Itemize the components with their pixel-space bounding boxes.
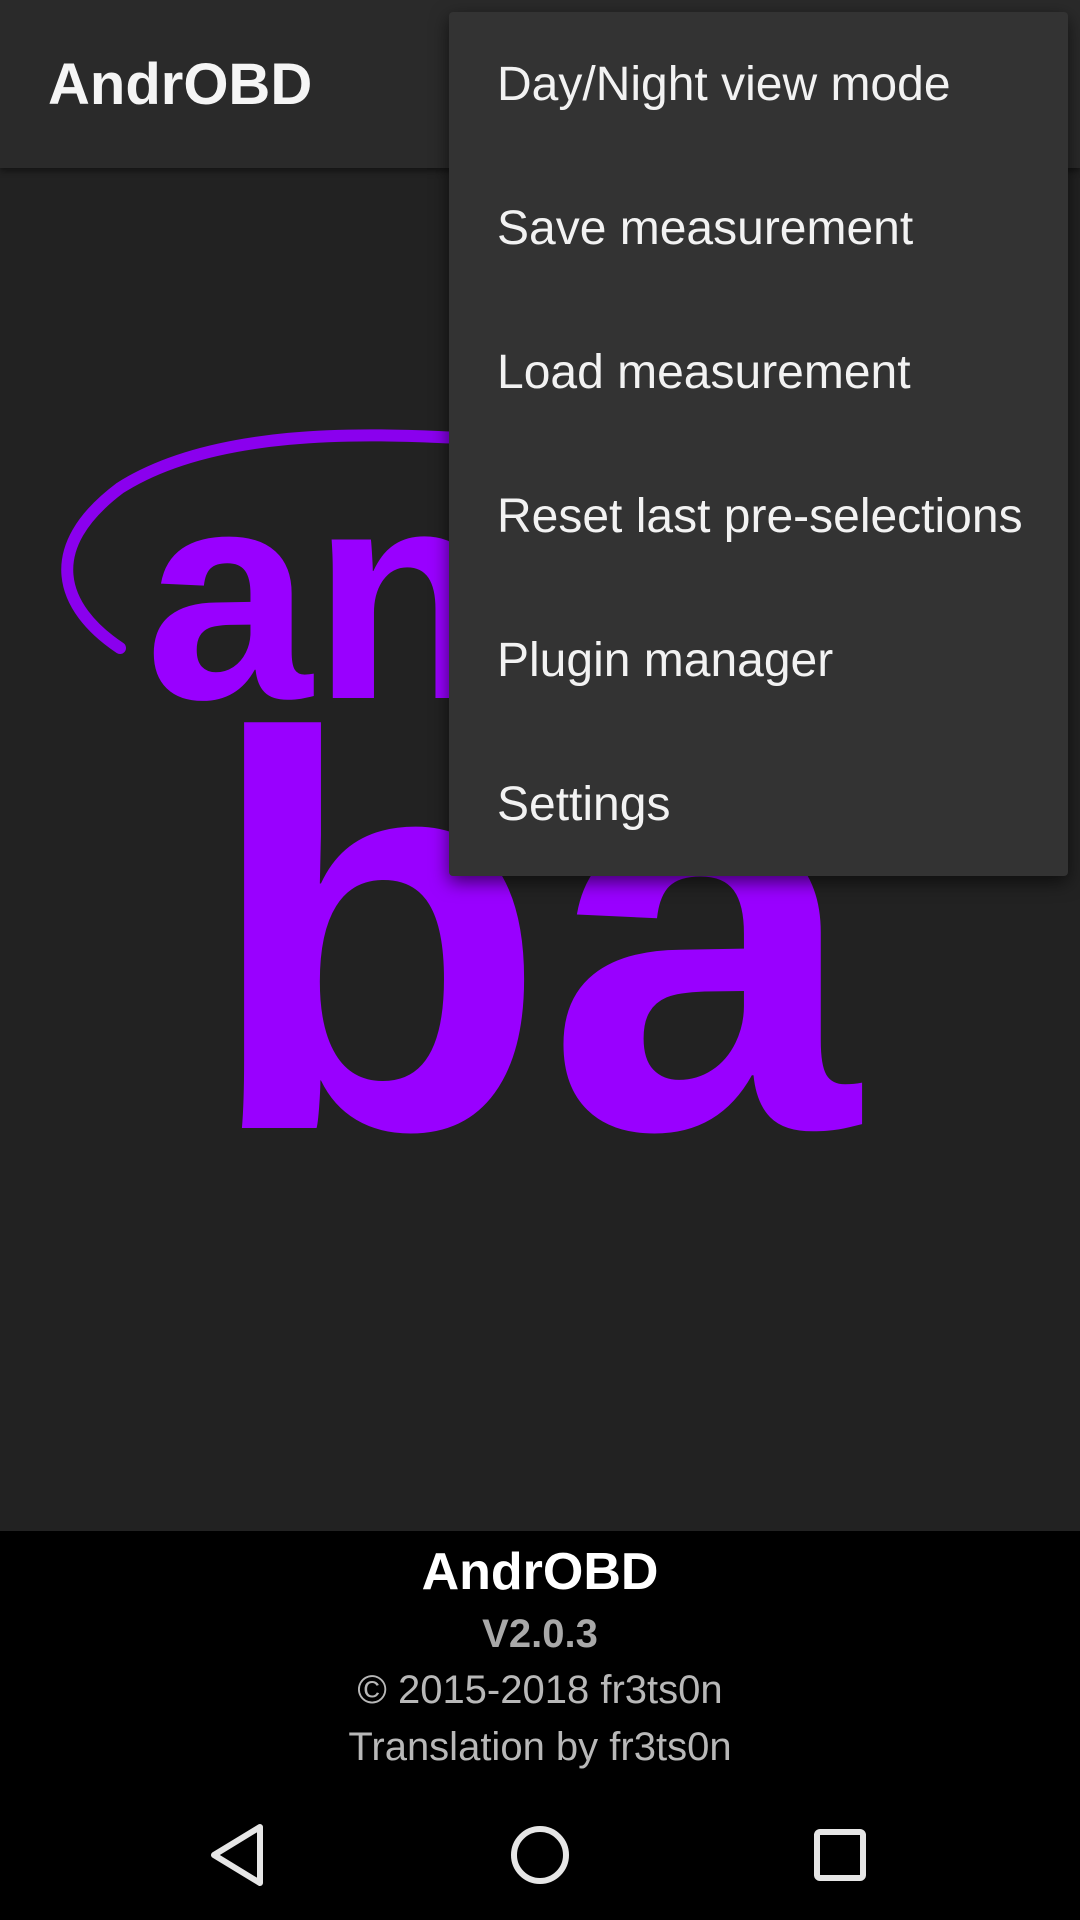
menu-item-day-night-view-mode[interactable]: Day/Night view mode	[449, 12, 1068, 156]
back-triangle-icon	[211, 1824, 263, 1886]
menu-item-reset-last-pre-selections[interactable]: Reset last pre-selections	[449, 444, 1068, 588]
system-nav-bar	[0, 1790, 1080, 1920]
menu-item-load-measurement[interactable]: Load measurement	[449, 300, 1068, 444]
home-circle-icon	[511, 1826, 569, 1884]
menu-item-plugin-manager[interactable]: Plugin manager	[449, 588, 1068, 732]
menu-item-settings[interactable]: Settings	[449, 732, 1068, 876]
footer-translation: Translation by fr3ts0n	[348, 1725, 732, 1769]
footer-version: V2.0.3	[482, 1612, 598, 1656]
back-button[interactable]	[200, 1815, 280, 1895]
recents-square-icon	[814, 1829, 866, 1881]
footer-app-name: AndrOBD	[421, 1543, 659, 1601]
recents-button[interactable]	[800, 1815, 880, 1895]
home-button[interactable]	[500, 1815, 580, 1895]
menu-item-save-measurement[interactable]: Save measurement	[449, 156, 1068, 300]
app-title: AndrOBD	[48, 52, 313, 117]
footer-copyright: © 2015-2018 fr3ts0n	[357, 1668, 723, 1712]
overflow-menu: Day/Night view mode Save measurement Loa…	[449, 12, 1068, 876]
